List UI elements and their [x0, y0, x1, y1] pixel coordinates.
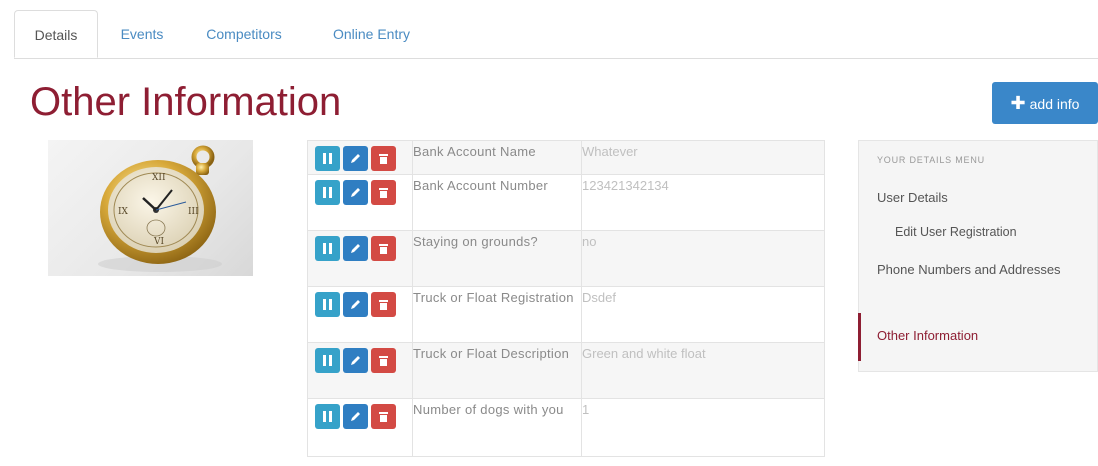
edit-button[interactable] [343, 236, 368, 261]
row-value: no [581, 230, 825, 287]
delete-button[interactable] [371, 292, 396, 317]
pencil-icon [351, 412, 360, 421]
pencil-icon [351, 154, 360, 163]
tab-online-entry[interactable]: Online Entry [319, 10, 424, 58]
add-info-button[interactable]: ✚ add info [992, 82, 1098, 124]
tab-events[interactable]: Events [106, 10, 178, 58]
delete-button[interactable] [371, 348, 396, 373]
edit-button[interactable] [343, 404, 368, 429]
row-label: Truck or Float Registration [412, 286, 582, 343]
add-info-label: add info [1029, 96, 1080, 112]
row-label: Number of dogs with you [412, 398, 582, 457]
row-actions [307, 230, 413, 287]
trash-icon [379, 356, 388, 366]
move-button[interactable] [315, 146, 340, 171]
move-button[interactable] [315, 348, 340, 373]
move-button[interactable] [315, 404, 340, 429]
row-actions [307, 140, 413, 175]
page-title: Other Information [30, 80, 342, 124]
move-button[interactable] [315, 180, 340, 205]
delete-button[interactable] [371, 404, 396, 429]
row-value: Whatever [581, 140, 825, 175]
tab-competitors[interactable]: Competitors [194, 10, 294, 58]
tab-bar: Details Events Competitors Online Entry [14, 10, 1098, 59]
trash-icon [379, 154, 388, 164]
row-label: Staying on grounds? [412, 230, 582, 287]
table-row: Bank Account Name Whatever [307, 140, 825, 175]
move-icon [323, 153, 332, 164]
table-row: Truck or Float Description Green and whi… [307, 342, 825, 399]
row-label: Bank Account Number [412, 174, 582, 231]
move-button[interactable] [315, 292, 340, 317]
delete-button[interactable] [371, 180, 396, 205]
move-icon [323, 355, 332, 366]
svg-text:XII: XII [152, 173, 166, 183]
edit-button[interactable] [343, 348, 368, 373]
edit-button[interactable] [343, 146, 368, 171]
pencil-icon [351, 356, 360, 365]
row-label: Bank Account Name [412, 140, 582, 175]
table-row: Number of dogs with you 1 [307, 398, 825, 457]
pocket-watch-image: XII III VI IX [48, 140, 253, 276]
svg-text:IX: IX [118, 207, 129, 217]
row-value: Green and white float [581, 342, 825, 399]
side-menu-phone-numbers[interactable]: Phone Numbers and Addresses [877, 259, 1067, 281]
table-row: Truck or Float Registration Dsdef [307, 286, 825, 343]
active-indicator [858, 313, 861, 361]
move-icon [323, 243, 332, 254]
trash-icon [379, 412, 388, 422]
row-value: Dsdef [581, 286, 825, 343]
other-info-table: Bank Account Name Whatever Bank Account … [307, 140, 825, 457]
svg-text:III: III [188, 207, 199, 217]
side-menu-edit-user-registration[interactable]: Edit User Registration [895, 221, 1017, 243]
row-actions [307, 398, 413, 457]
row-actions [307, 174, 413, 231]
side-menu-other-information[interactable]: Other Information [877, 325, 978, 347]
pencil-icon [351, 300, 360, 309]
trash-icon [379, 188, 388, 198]
move-icon [323, 411, 332, 422]
move-button[interactable] [315, 236, 340, 261]
edit-button[interactable] [343, 292, 368, 317]
row-value: 123421342134 [581, 174, 825, 231]
svg-text:VI: VI [153, 237, 164, 247]
side-menu-user-details[interactable]: User Details [877, 187, 948, 209]
move-icon [323, 187, 332, 198]
row-label: Truck or Float Description [412, 342, 582, 399]
pencil-icon [351, 244, 360, 253]
details-side-menu: YOUR DETAILS MENU User Details Edit User… [858, 140, 1098, 372]
delete-button[interactable] [371, 236, 396, 261]
plus-icon: ✚ [1010, 93, 1026, 113]
row-actions [307, 342, 413, 399]
table-row: Staying on grounds? no [307, 230, 825, 287]
edit-button[interactable] [343, 180, 368, 205]
trash-icon [379, 244, 388, 254]
move-icon [323, 299, 332, 310]
row-actions [307, 286, 413, 343]
tab-details[interactable]: Details [14, 10, 98, 58]
trash-icon [379, 300, 388, 310]
table-row: Bank Account Number 123421342134 [307, 174, 825, 231]
pencil-icon [351, 188, 360, 197]
row-value: 1 [581, 398, 825, 457]
side-menu-heading: YOUR DETAILS MENU [877, 155, 985, 165]
delete-button[interactable] [371, 146, 396, 171]
